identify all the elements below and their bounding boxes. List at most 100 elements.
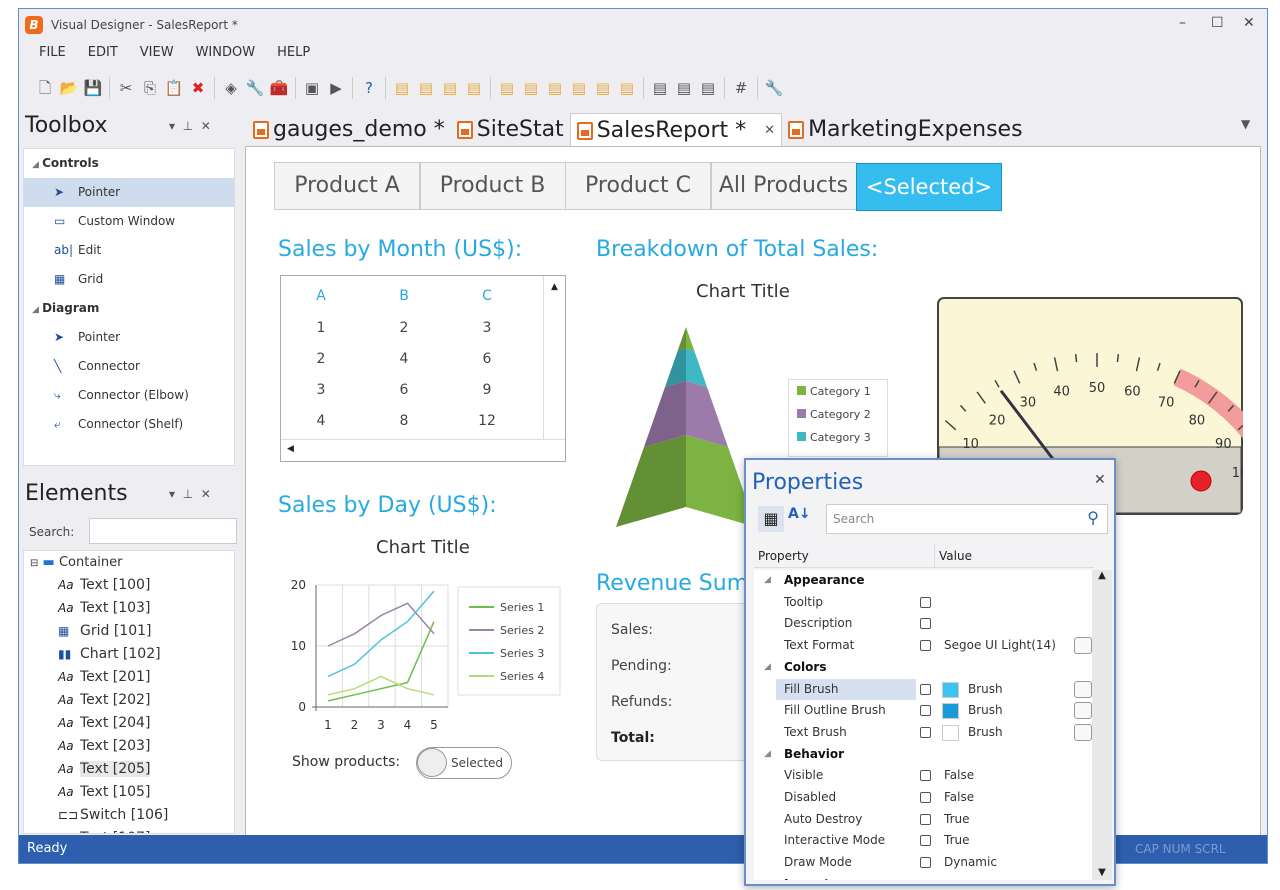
send-backward-icon[interactable]: ▤	[464, 78, 484, 98]
ellipsis-button[interactable]	[1074, 702, 1092, 720]
tabs-overflow-icon[interactable]: ▼	[1241, 117, 1250, 131]
selected-button[interactable]: <Selected>	[856, 163, 1002, 211]
grid-header[interactable]: C	[467, 288, 507, 304]
help-icon[interactable]: ?	[359, 78, 379, 98]
grid-cell[interactable]: 2	[301, 351, 341, 367]
save-icon[interactable]: 💾	[83, 78, 103, 98]
property-row[interactable]: Tooltip	[754, 592, 1094, 613]
property-checkbox[interactable]	[920, 857, 931, 869]
send-back-icon[interactable]: ▤	[416, 78, 436, 98]
product-tab[interactable]: Product C	[565, 162, 711, 210]
property-scrollbar[interactable]: ▲ ▼	[1092, 570, 1112, 880]
grid-cell[interactable]: 12	[467, 413, 507, 429]
property-row[interactable]: Text Brush Brush	[754, 722, 1094, 743]
doc-tab-1[interactable]: SiteStat	[451, 113, 570, 147]
property-row[interactable]: Interactive Mode True	[754, 830, 1094, 851]
toolbox-item[interactable]: ➤ Pointer	[24, 178, 234, 207]
grid-cell[interactable]: 6	[467, 351, 507, 367]
size-both-icon[interactable]: ▤	[698, 78, 718, 98]
elements-panel-controls[interactable]: ▾ ⊥ ✕	[169, 487, 211, 501]
preview-icon[interactable]: ▣	[302, 78, 322, 98]
copy-icon[interactable]: ⎘	[140, 78, 160, 98]
property-value[interactable]: Segoe UI Light(14)	[944, 635, 1056, 656]
property-checkbox[interactable]	[920, 726, 931, 738]
property-row[interactable]: Description	[754, 613, 1094, 634]
property-checkbox[interactable]	[920, 770, 931, 782]
palette-icon[interactable]: ◈	[221, 78, 241, 98]
menu-help[interactable]: HELP	[277, 45, 310, 60]
property-checkbox[interactable]	[920, 813, 931, 825]
align-bottom-icon[interactable]: ▤	[617, 78, 637, 98]
tree-item[interactable]: ⊏⊐ Switch [106]	[24, 804, 234, 827]
tree-item[interactable]: Aa Text [105]	[24, 781, 234, 804]
property-row[interactable]: Fill Brush Brush	[754, 678, 1094, 700]
property-value[interactable]: Dynamic	[944, 852, 997, 873]
scroll-up-icon[interactable]: ▲	[1092, 570, 1112, 581]
toolbox-group-controls[interactable]: ◢ Controls	[24, 149, 234, 178]
menu-file[interactable]: FILE	[39, 45, 66, 60]
maximize-button[interactable]: ☐	[1211, 15, 1224, 31]
size-height-icon[interactable]: ▤	[674, 78, 694, 98]
doc-tab-3[interactable]: MarketingExpenses	[782, 113, 1028, 147]
size-width-icon[interactable]: ▤	[650, 78, 670, 98]
align-middle-icon[interactable]: ▤	[593, 78, 613, 98]
sales-month-grid[interactable]: A B C 1 2 3 2 4 6 3 6 9 4 8 12 ▲ ◀	[280, 275, 566, 462]
property-category[interactable]: ◢ Behavior	[754, 744, 1094, 765]
grid-cell[interactable]: 2	[384, 320, 424, 336]
property-row[interactable]: Text Format Segoe UI Light(14)	[754, 635, 1094, 656]
paste-icon[interactable]: 📋	[164, 78, 184, 98]
toolbox-item[interactable]: ╲ Connector	[24, 352, 234, 381]
categorized-view-icon[interactable]: ▦	[758, 506, 784, 532]
property-row[interactable]: Auto Destroy True	[754, 809, 1094, 830]
toolbox-item[interactable]: ⤷ Connector (Elbow)	[24, 381, 234, 410]
property-category[interactable]: ◢ Appearance	[754, 570, 1094, 591]
property-row[interactable]: Draw Mode Dynamic	[754, 852, 1094, 873]
settings-icon[interactable]: 🔧	[764, 78, 784, 98]
property-category[interactable]: ◢Layout	[754, 874, 1094, 880]
align-left-icon[interactable]: ▤	[497, 78, 517, 98]
cut-icon[interactable]: ✂	[116, 78, 136, 98]
tree-item[interactable]: AaText [107]	[24, 827, 234, 833]
grid-header[interactable]: B	[384, 288, 424, 304]
toolbox-panel-controls[interactable]: ▾ ⊥ ✕	[169, 119, 211, 133]
tree-item[interactable]: Aa Text [205]	[24, 758, 234, 781]
ellipsis-button[interactable]	[1074, 637, 1092, 655]
toolbox-item[interactable]: ab| Edit	[24, 236, 234, 265]
ellipsis-button[interactable]	[1074, 723, 1092, 741]
property-value[interactable]: True	[944, 830, 970, 851]
grid-cell[interactable]: 4	[301, 413, 341, 429]
grid-cell[interactable]: 3	[467, 320, 507, 336]
grid-cell[interactable]: 4	[384, 351, 424, 367]
tree-item[interactable]: Aa Text [100]	[24, 574, 234, 597]
property-row[interactable]: Fill Outline Brush Brush	[754, 700, 1094, 721]
property-checkbox[interactable]	[920, 683, 931, 695]
delete-icon[interactable]: ✖	[188, 78, 208, 98]
doc-tab-2[interactable]: SalesReport * ✕	[569, 113, 783, 148]
product-tab[interactable]: Product B	[419, 162, 566, 210]
grid-header[interactable]: A	[301, 288, 341, 304]
property-checkbox[interactable]	[920, 640, 931, 652]
align-center-icon[interactable]: ▤	[521, 78, 541, 98]
grid-cell[interactable]: 1	[301, 320, 341, 336]
grid-cell[interactable]: 8	[384, 413, 424, 429]
property-row[interactable]: Visible False	[754, 765, 1094, 786]
toolbox-group-diagram[interactable]: ◢ Diagram	[24, 294, 234, 323]
new-file-icon[interactable]: 🗋	[35, 78, 55, 98]
close-tab-icon[interactable]: ✕	[764, 114, 775, 148]
doc-tab-0[interactable]: gauges_demo *	[247, 113, 451, 147]
product-tab[interactable]: All Products	[710, 162, 857, 210]
grid-hscrollbar[interactable]: ◀	[281, 439, 565, 461]
tree-item[interactable]: Aa Text [201]	[24, 666, 234, 689]
run-icon[interactable]: ▶	[326, 78, 346, 98]
grid-cell[interactable]: 6	[384, 382, 424, 398]
property-category[interactable]: ◢ Colors	[754, 657, 1094, 678]
product-tab[interactable]: Product A	[274, 162, 420, 210]
toolbox-item[interactable]: ▦ Grid	[24, 265, 234, 294]
bring-forward-icon[interactable]: ▤	[440, 78, 460, 98]
toolbox-icon[interactable]: 🧰	[269, 78, 289, 98]
property-checkbox[interactable]	[920, 618, 931, 630]
menu-edit[interactable]: EDIT	[88, 45, 118, 60]
tree-item[interactable]: ▦ Grid [101]	[24, 620, 234, 643]
property-checkbox[interactable]	[920, 596, 931, 608]
toolbox-item[interactable]: ⤶ Connector (Shelf)	[24, 410, 234, 439]
